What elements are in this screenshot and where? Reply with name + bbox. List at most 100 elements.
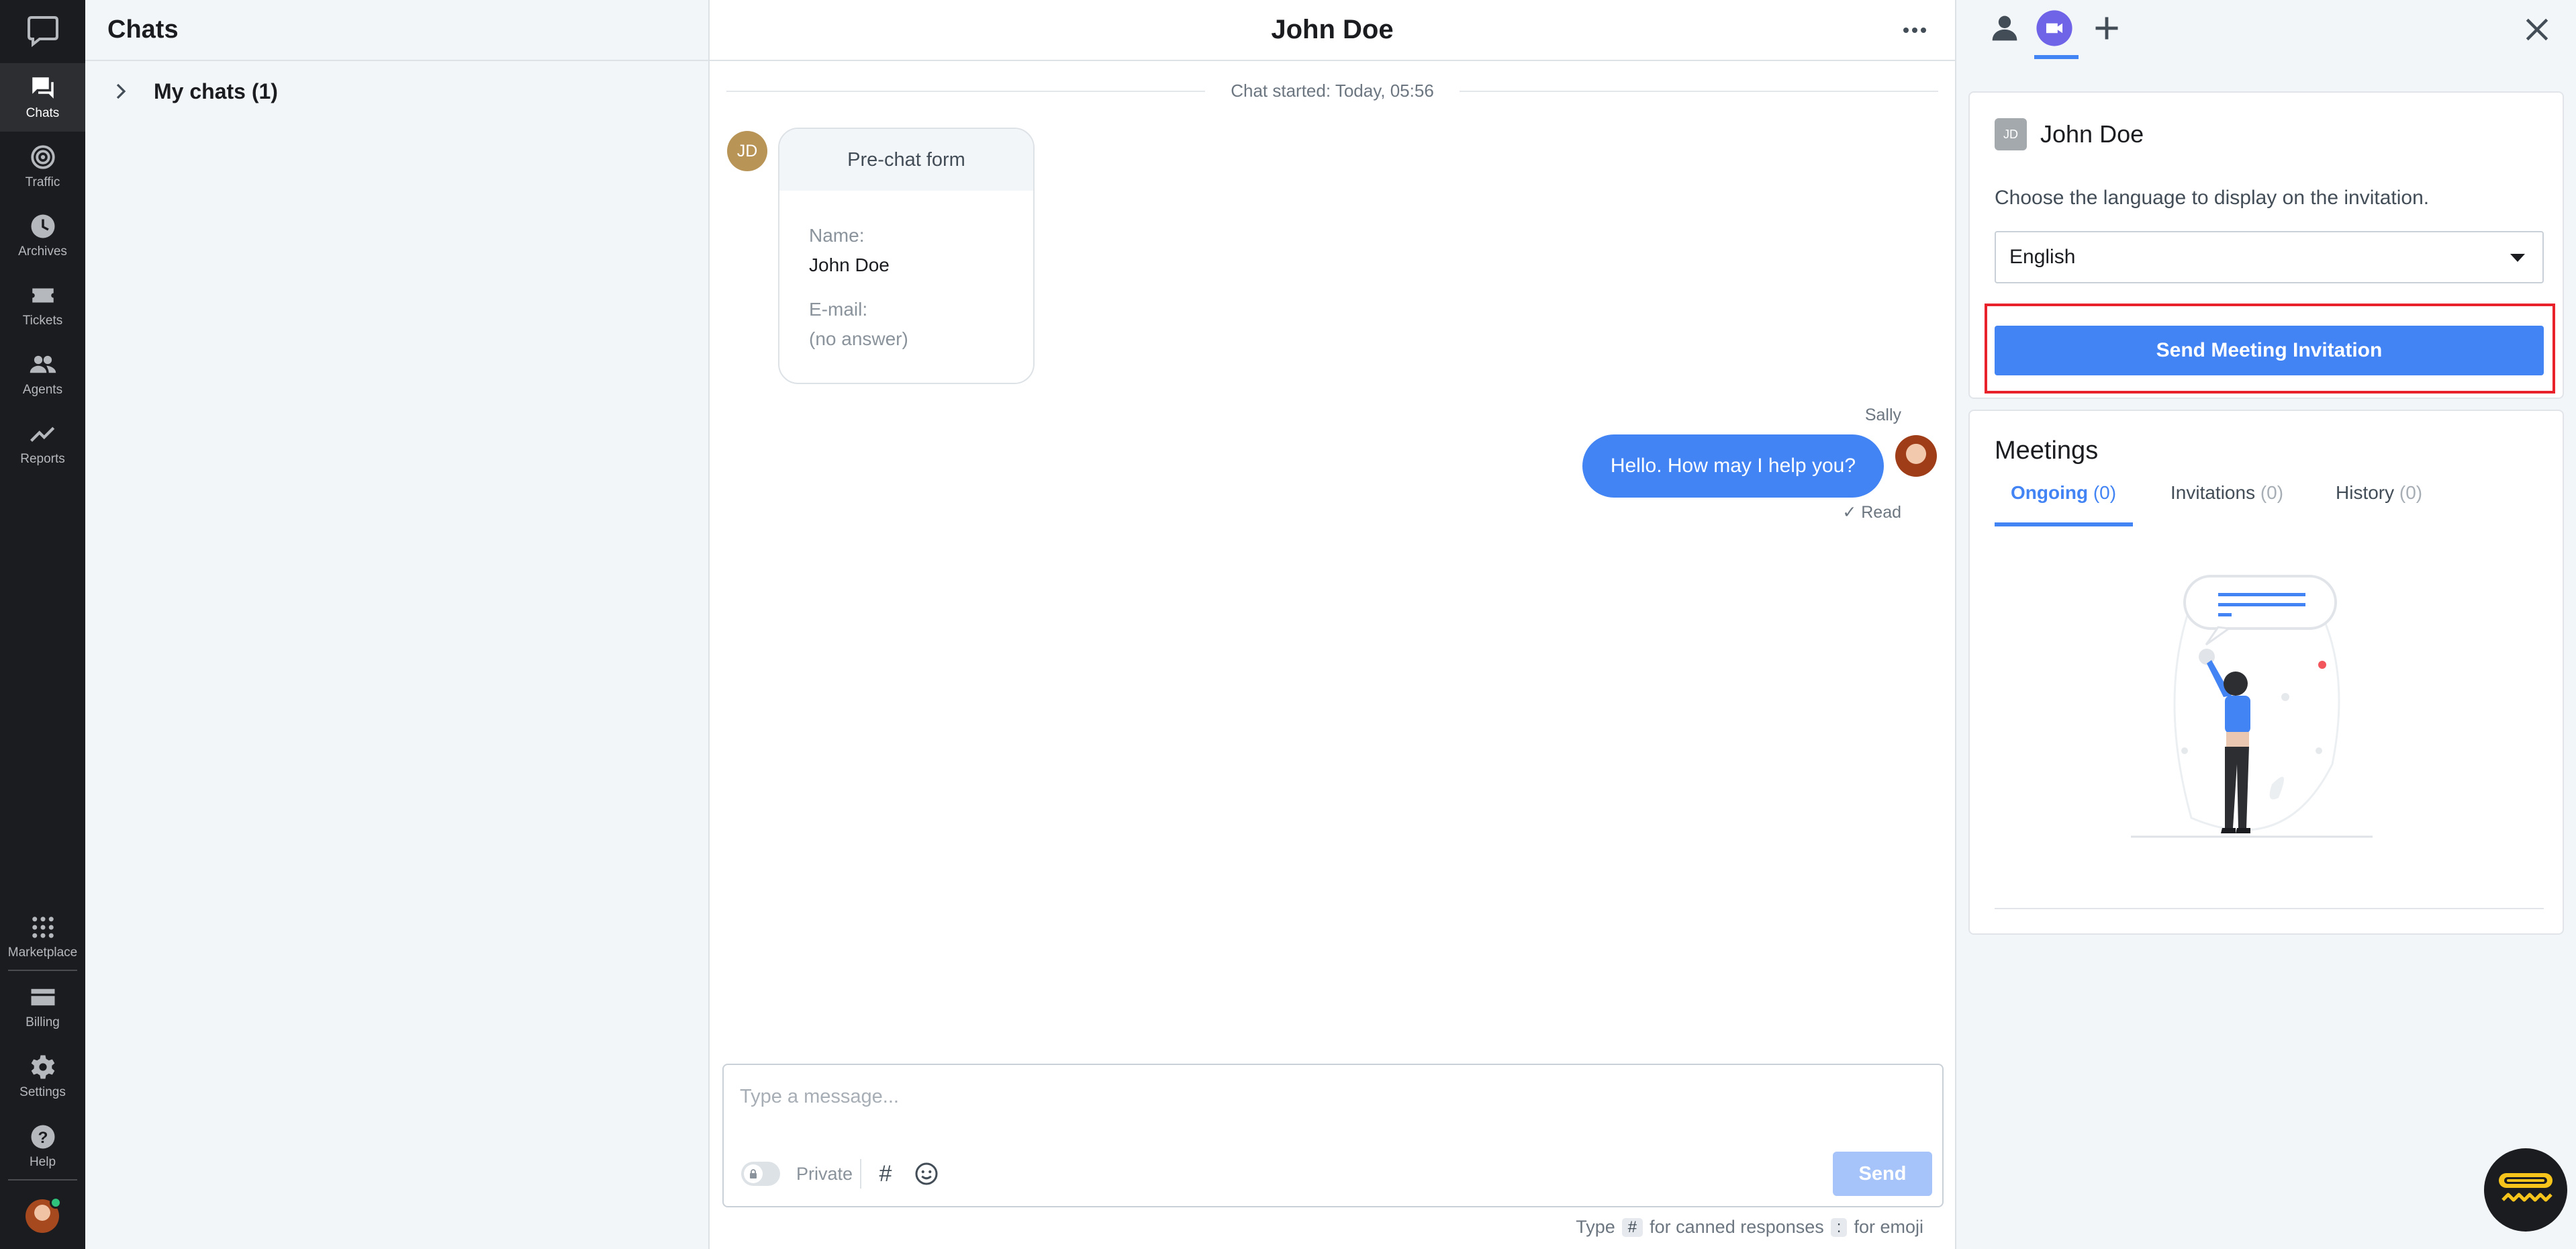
nav-label: Marketplace — [7, 945, 78, 960]
tab-invitations[interactable]: Invitations (0) — [2170, 482, 2283, 504]
person-icon — [1992, 15, 2017, 41]
nav-label: Help — [29, 1155, 56, 1169]
details-tabs — [1956, 0, 2576, 61]
language-select[interactable]: English — [1995, 231, 2544, 283]
chat-widget-button[interactable] — [2484, 1148, 2567, 1232]
add-app-button[interactable] — [2087, 7, 2127, 50]
agent-message-avatar — [1895, 435, 1937, 477]
details-panel: JD John Doe Choose the language to displ… — [1956, 0, 2576, 1249]
language-select-value: English — [2009, 246, 2076, 268]
message-composer: Private # Send — [722, 1064, 1944, 1207]
nav-traffic[interactable]: Traffic — [0, 132, 85, 201]
empty-meetings-illustration — [2131, 575, 2373, 838]
name-label: Name: — [809, 225, 865, 246]
customer-info-row: JD John Doe — [1995, 118, 2144, 150]
chat-list-header: Chats — [85, 0, 708, 61]
card-icon — [31, 988, 54, 1006]
tab-invitations-label: Invitations — [2170, 482, 2256, 503]
active-tab-underline — [1995, 522, 2133, 526]
nav-agents[interactable]: Agents — [0, 340, 85, 408]
nav-tickets[interactable]: Tickets — [0, 271, 85, 339]
meetings-card: Meetings Ongoing (0) Invitations (0) His… — [1968, 410, 2564, 935]
help-icon: ? — [31, 1125, 54, 1149]
hint-type: Type — [1576, 1217, 1615, 1237]
message-input[interactable] — [740, 1080, 1747, 1113]
emoji-icon[interactable] — [914, 1162, 939, 1186]
lock-icon — [744, 1164, 763, 1183]
livechat-logo-icon[interactable] — [26, 13, 60, 47]
hint-hash-key: # — [1621, 1217, 1643, 1237]
chat-header: John Doe — [710, 0, 1955, 61]
prechat-form-body: Name: John Doe E-mail: (no answer) — [779, 191, 1033, 383]
tab-meetings-app[interactable] — [2034, 7, 2079, 59]
nav-label: Tickets — [22, 314, 63, 328]
nav-chats[interactable]: Chats — [0, 63, 85, 132]
nav-billing[interactable]: Billing — [0, 972, 85, 1041]
private-toggle[interactable] — [741, 1162, 780, 1186]
online-status-dot — [50, 1197, 62, 1209]
nav-label: Traffic — [25, 175, 60, 189]
chevron-right-icon — [116, 83, 126, 99]
prechat-form-card: Pre-chat form Name: John Doe E-mail: (no… — [778, 128, 1035, 384]
nav-label: Archives — [18, 244, 67, 259]
nav-label: Reports — [20, 452, 65, 466]
name-value: John Doe — [809, 255, 890, 275]
grid-icon — [32, 917, 54, 938]
nav-reports[interactable]: Reports — [0, 409, 85, 477]
meetings-divider — [1995, 908, 2544, 909]
chat-start-divider: Chat started: Today, 05:56 — [726, 81, 1939, 101]
canned-responses-button[interactable]: # — [874, 1161, 897, 1187]
tab-history-count: (0) — [2399, 482, 2423, 503]
read-status: Read — [1861, 503, 1901, 522]
language-prompt: Choose the language to display on the in… — [1995, 187, 2430, 209]
send-button[interactable]: Send — [1833, 1152, 1932, 1196]
my-chats-group[interactable]: My chats (1) — [85, 61, 708, 122]
private-label: Private — [796, 1164, 853, 1184]
customer-name: John Doe — [2040, 120, 2144, 148]
plus-icon — [2095, 17, 2118, 40]
video-call-icon — [2036, 10, 2072, 46]
chat-list-panel: Chats My chats (1) — [85, 0, 710, 1249]
prechat-form-title: Pre-chat form — [779, 129, 1033, 191]
close-icon[interactable] — [2522, 15, 2552, 44]
meetings-tabs: Ongoing (0) Invitations (0) History (0) — [1995, 482, 2544, 510]
gear-icon — [31, 1055, 54, 1079]
email-value: (no answer) — [809, 328, 908, 349]
nav-settings[interactable]: Settings — [0, 1042, 85, 1111]
agent-avatar[interactable] — [26, 1197, 62, 1233]
nav-label: Billing — [26, 1015, 60, 1029]
customer-avatar: JD — [727, 131, 767, 171]
chat-list-title: Chats — [107, 15, 179, 44]
chat-pane: John Doe Chat started: Today, 05:56 JD P… — [710, 0, 1956, 1249]
nav-separator — [8, 970, 77, 971]
main-nav: Chats Traffic Archives Tickets Agents Re… — [0, 0, 85, 1249]
nav-help[interactable]: ? Help — [0, 1112, 85, 1181]
meeting-invitation-card: JD John Doe Choose the language to displ… — [1968, 91, 2564, 399]
nav-label: Chats — [26, 106, 60, 120]
send-meeting-invitation-button[interactable]: Send Meeting Invitation — [1995, 326, 2544, 375]
read-receipt: ✓ Read — [1842, 502, 1901, 522]
agent-message-bubble: Hello. How may I help you? — [1582, 434, 1884, 498]
tab-history[interactable]: History (0) — [2336, 482, 2422, 504]
divider-line — [726, 90, 1206, 92]
more-options-button[interactable] — [1898, 17, 1931, 44]
checkmark-icon: ✓ — [1842, 503, 1857, 522]
trend-icon — [30, 426, 54, 442]
nav-archives[interactable]: Archives — [0, 201, 85, 270]
tab-history-label: History — [2336, 482, 2395, 503]
composer-hint: Type # for canned responses : for emoji — [1576, 1217, 1923, 1238]
tab-ongoing-count: (0) — [2093, 482, 2117, 503]
ticket-icon — [32, 288, 54, 303]
nav-separator — [8, 1179, 77, 1181]
divider-line — [1459, 90, 1939, 92]
composer-separator — [860, 1159, 861, 1189]
tab-ongoing[interactable]: Ongoing (0) — [2011, 482, 2116, 504]
clock-icon — [31, 214, 54, 238]
hint-canned: for canned responses — [1650, 1217, 1824, 1237]
tab-customer-details[interactable] — [1985, 7, 2025, 50]
tab-ongoing-label: Ongoing — [2011, 482, 2089, 503]
people-icon — [30, 355, 56, 373]
hint-emoji: for emoji — [1854, 1217, 1923, 1237]
hint-colon-key: : — [1830, 1217, 1848, 1237]
nav-marketplace[interactable]: Marketplace — [0, 903, 85, 971]
